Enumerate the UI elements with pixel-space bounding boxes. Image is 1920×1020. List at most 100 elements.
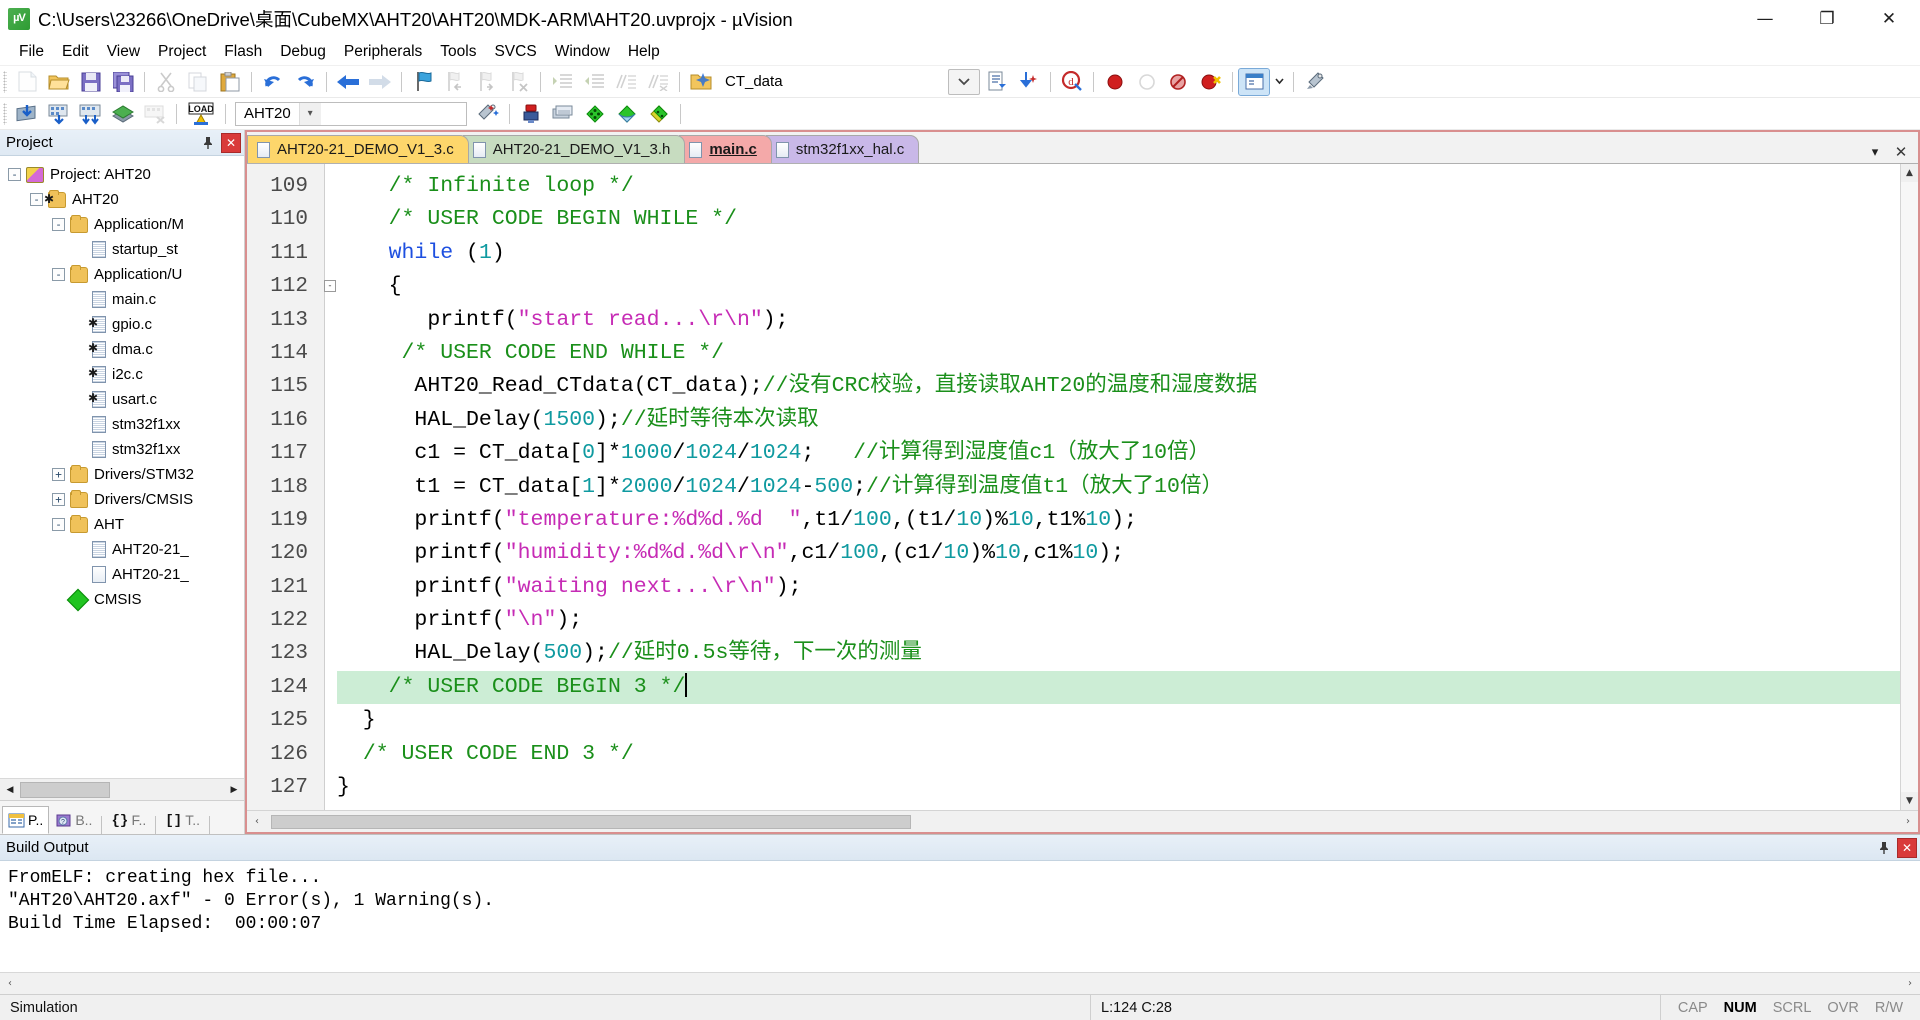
close-icon[interactable]: ✕ bbox=[1897, 837, 1917, 858]
tree-item[interactable]: CMSIS bbox=[0, 587, 244, 612]
components-icon[interactable] bbox=[612, 101, 642, 127]
scroll-right-arrow[interactable]: › bbox=[1898, 812, 1918, 832]
cut-icon[interactable] bbox=[151, 69, 181, 95]
maximize-button[interactable]: ❐ bbox=[1796, 0, 1858, 38]
tree-item[interactable]: + Drivers/CMSIS bbox=[0, 487, 244, 512]
scroll-track[interactable] bbox=[1900, 182, 1918, 792]
pin-icon[interactable] bbox=[198, 133, 218, 153]
menu-edit[interactable]: Edit bbox=[53, 40, 98, 64]
chevron-down-icon[interactable] bbox=[948, 68, 980, 95]
build-icon[interactable] bbox=[44, 101, 74, 127]
configuration-wizard-icon[interactable] bbox=[1300, 69, 1330, 95]
translate-icon[interactable] bbox=[12, 101, 42, 127]
project-tree[interactable]: -Project: AHT20-AHT20-Application/Mstart… bbox=[0, 156, 244, 778]
tree-item[interactable]: - AHT bbox=[0, 512, 244, 537]
tab-functions[interactable]: {} F.. bbox=[105, 806, 152, 834]
menu-project[interactable]: Project bbox=[149, 40, 215, 64]
code-line[interactable]: printf("\n"); bbox=[337, 604, 1900, 637]
code-line[interactable]: HAL_Delay(1500);//延时等待本次读取 bbox=[337, 404, 1900, 437]
tree-expander[interactable]: - bbox=[52, 218, 65, 231]
scroll-right-arrow[interactable]: › bbox=[1900, 974, 1920, 994]
editor-tab-main-c[interactable]: main.c bbox=[679, 135, 772, 163]
bookmark-prev-icon[interactable] bbox=[440, 69, 470, 95]
tree-item[interactable]: stm32f1xx bbox=[0, 437, 244, 462]
kill-breakpoint-icon[interactable] bbox=[1132, 69, 1162, 95]
code-line[interactable]: /* USER CODE BEGIN 3 */ bbox=[337, 670, 1900, 705]
close-icon[interactable]: ✕ bbox=[221, 132, 241, 153]
navigate-back-icon[interactable] bbox=[333, 69, 363, 95]
bookmark-clear-icon[interactable] bbox=[504, 69, 534, 95]
outdent-icon[interactable] bbox=[579, 69, 609, 95]
tree-expander[interactable]: - bbox=[52, 518, 65, 531]
scroll-left-arrow[interactable]: ◀ bbox=[0, 779, 20, 800]
pack-installer-icon[interactable] bbox=[548, 101, 578, 127]
tree-expander[interactable]: + bbox=[52, 493, 65, 506]
scroll-thumb[interactable] bbox=[20, 781, 110, 798]
menu-file[interactable]: File bbox=[10, 40, 53, 64]
bookmark-toggle-icon[interactable] bbox=[408, 69, 438, 95]
bookmark-next-icon[interactable] bbox=[472, 69, 502, 95]
tree-expander[interactable]: + bbox=[52, 468, 65, 481]
tree-expander[interactable]: - bbox=[52, 268, 65, 281]
chevron-down-icon[interactable]: ▾ bbox=[298, 102, 321, 125]
scroll-down-arrow[interactable]: ▼ bbox=[1901, 792, 1919, 810]
code-line[interactable]: c1 = CT_data[0]*1000/1024/1024; //计算得到湿度… bbox=[337, 437, 1900, 470]
tree-item[interactable]: - AHT20 bbox=[0, 187, 244, 212]
code-line[interactable]: t1 = CT_data[1]*2000/1024/1024-500;//计算得… bbox=[337, 471, 1900, 504]
minimize-button[interactable]: — bbox=[1734, 0, 1796, 38]
menu-tools[interactable]: Tools bbox=[431, 40, 485, 64]
tree-item[interactable]: AHT20-21_ bbox=[0, 537, 244, 562]
chevron-down-icon[interactable] bbox=[1271, 69, 1287, 95]
copy-icon[interactable] bbox=[183, 69, 213, 95]
close-button[interactable]: ✕ bbox=[1858, 0, 1920, 38]
code-line[interactable]: /* USER CODE END WHILE */ bbox=[337, 337, 1900, 370]
load-flash-icon[interactable]: LOAD bbox=[183, 101, 219, 127]
tab-books[interactable]: ? B.. bbox=[49, 806, 98, 834]
insert-bookmark-list-icon[interactable] bbox=[982, 69, 1012, 95]
close-tab-icon[interactable]: ✕ bbox=[1890, 141, 1912, 163]
undo-icon[interactable] bbox=[258, 69, 288, 95]
select-software-packs-icon[interactable] bbox=[644, 101, 674, 127]
tree-expander[interactable]: - bbox=[30, 193, 43, 206]
find-in-files-icon[interactable] bbox=[686, 69, 716, 95]
menu-window[interactable]: Window bbox=[546, 40, 619, 64]
code-line[interactable]: /* USER CODE BEGIN WHILE */ bbox=[337, 203, 1900, 236]
editor-tab-stm32f1xx-hal-c[interactable]: stm32f1xx_hal.c bbox=[765, 135, 920, 163]
insert-breakpoint-icon[interactable] bbox=[1100, 69, 1130, 95]
tree-expander[interactable]: - bbox=[8, 168, 21, 181]
menu-help[interactable]: Help bbox=[619, 40, 669, 64]
navigate-forward-icon[interactable] bbox=[365, 69, 395, 95]
go-to-definition-icon[interactable] bbox=[1014, 69, 1044, 95]
menu-peripherals[interactable]: Peripherals bbox=[335, 40, 431, 64]
code-editor[interactable]: 109 110 111 112-113 114 115 116 117 118 119 120 121… bbox=[247, 164, 1918, 810]
editor-tab-aht20-demo-c[interactable]: AHT20-21_DEMO_V1_3.c bbox=[247, 135, 469, 163]
tree-item[interactable]: i2c.c bbox=[0, 362, 244, 387]
tree-item[interactable]: gpio.c bbox=[0, 312, 244, 337]
scroll-track[interactable] bbox=[110, 781, 224, 798]
code-line[interactable]: HAL_Delay(500);//延时0.5s等待，下一次的测量 bbox=[337, 637, 1900, 670]
pin-icon[interactable] bbox=[1874, 838, 1894, 858]
uncomment-icon[interactable] bbox=[643, 69, 673, 95]
tree-item[interactable]: stm32f1xx bbox=[0, 412, 244, 437]
tree-item[interactable]: + Drivers/STM32 bbox=[0, 462, 244, 487]
manage-project-items-icon[interactable] bbox=[580, 101, 610, 127]
scroll-right-arrow[interactable]: ▶ bbox=[224, 779, 244, 800]
tree-item[interactable]: dma.c bbox=[0, 337, 244, 362]
build-output-text[interactable]: FromELF: creating hex file... "AHT20\AHT… bbox=[0, 861, 1920, 972]
code-line[interactable]: } bbox=[337, 771, 1900, 804]
batch-build-icon[interactable] bbox=[108, 101, 138, 127]
window-layout-icon[interactable] bbox=[1238, 67, 1270, 96]
project-tree-hscrollbar[interactable]: ◀ ▶ bbox=[0, 778, 244, 800]
menu-svcs[interactable]: SVCS bbox=[485, 40, 545, 64]
tree-item[interactable]: AHT20-21_ bbox=[0, 562, 244, 587]
open-file-icon[interactable] bbox=[44, 69, 74, 95]
code-line[interactable]: { bbox=[337, 270, 1900, 303]
code-line[interactable]: printf("waiting next...\r\n"); bbox=[337, 571, 1900, 604]
kill-all-breakpoints-icon[interactable] bbox=[1196, 69, 1226, 95]
scroll-left-arrow[interactable]: ‹ bbox=[247, 812, 267, 832]
tree-item[interactable]: - Project: AHT20 bbox=[0, 162, 244, 187]
code-line[interactable]: AHT20_Read_CTdata(CT_data);//没有CRC校验，直接读… bbox=[337, 370, 1900, 403]
comment-icon[interactable] bbox=[611, 69, 641, 95]
tab-project[interactable]: P.. bbox=[2, 806, 50, 834]
target-options-icon[interactable] bbox=[473, 101, 503, 127]
